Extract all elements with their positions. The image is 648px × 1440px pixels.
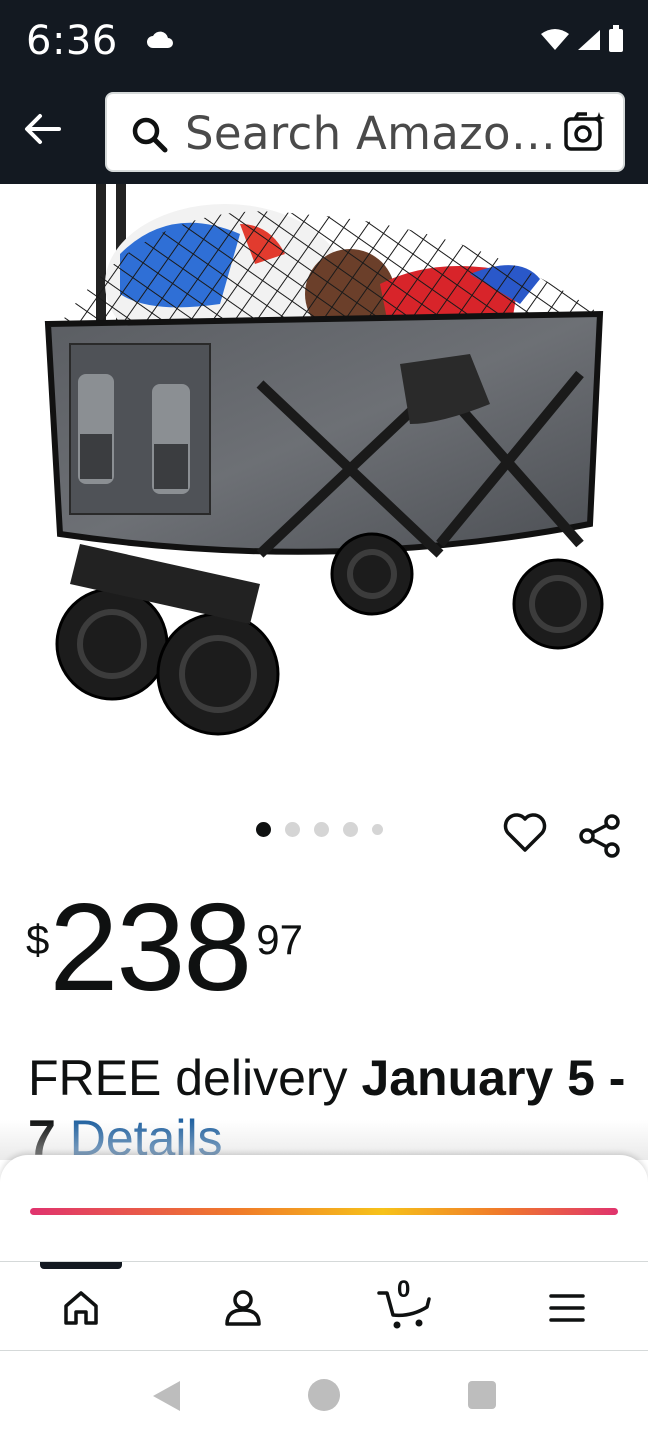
delivery-prefix: FREE delivery [28, 1050, 362, 1106]
price-whole: 238 [49, 879, 252, 1017]
wishlist-button[interactable] [502, 810, 548, 856]
bottom-sheet[interactable] [0, 1155, 648, 1265]
home-icon [64, 1291, 98, 1325]
arrow-left-icon [25, 114, 61, 144]
back-button[interactable] [18, 104, 68, 154]
account-icon [225, 1290, 261, 1326]
system-back-icon[interactable] [150, 1379, 182, 1413]
nav-account[interactable] [213, 1280, 273, 1336]
carousel-dot[interactable] [314, 822, 329, 837]
gradient-bar [30, 1208, 618, 1215]
battery-icon [609, 25, 623, 52]
nav-home[interactable] [51, 1280, 111, 1336]
carousel-dot[interactable] [372, 824, 383, 835]
carousel-dot[interactable] [256, 822, 271, 837]
search-placeholder: Search Amazo… [185, 107, 557, 160]
signal-icon [578, 30, 600, 50]
wagon-image [44, 184, 604, 736]
price-fraction: 97 [256, 916, 303, 963]
image-carousel-indicator [256, 822, 383, 837]
carousel-dot[interactable] [285, 822, 300, 837]
system-recents-icon[interactable] [468, 1381, 496, 1409]
active-tab-indicator [40, 1262, 122, 1269]
product-image[interactable] [0, 184, 648, 784]
system-navigation-bar [0, 1351, 648, 1440]
header: Search Amazo… [0, 82, 648, 184]
wifi-icon [541, 29, 569, 50]
system-home-icon[interactable] [308, 1379, 340, 1411]
share-button[interactable] [578, 814, 622, 858]
heart-icon [503, 813, 547, 852]
nav-cart[interactable]: 0 [375, 1276, 435, 1336]
status-bar: 6:36 [0, 0, 648, 82]
menu-icon [549, 1294, 585, 1322]
nav-menu[interactable] [537, 1280, 597, 1336]
bottom-navigation: 0 [0, 1261, 648, 1351]
search-input[interactable]: Search Amazo… [105, 92, 625, 172]
content-fade [0, 1120, 648, 1160]
cart-count: 0 [397, 1276, 411, 1303]
price-symbol: $ [26, 916, 50, 963]
search-icon [132, 117, 168, 153]
camera-search-icon[interactable] [563, 110, 607, 154]
cloud-icon [147, 31, 173, 48]
product-price: $ 238 97 [26, 886, 303, 1010]
carousel-dot[interactable] [343, 822, 358, 837]
share-icon [579, 814, 620, 858]
status-time: 6:36 [26, 18, 118, 64]
